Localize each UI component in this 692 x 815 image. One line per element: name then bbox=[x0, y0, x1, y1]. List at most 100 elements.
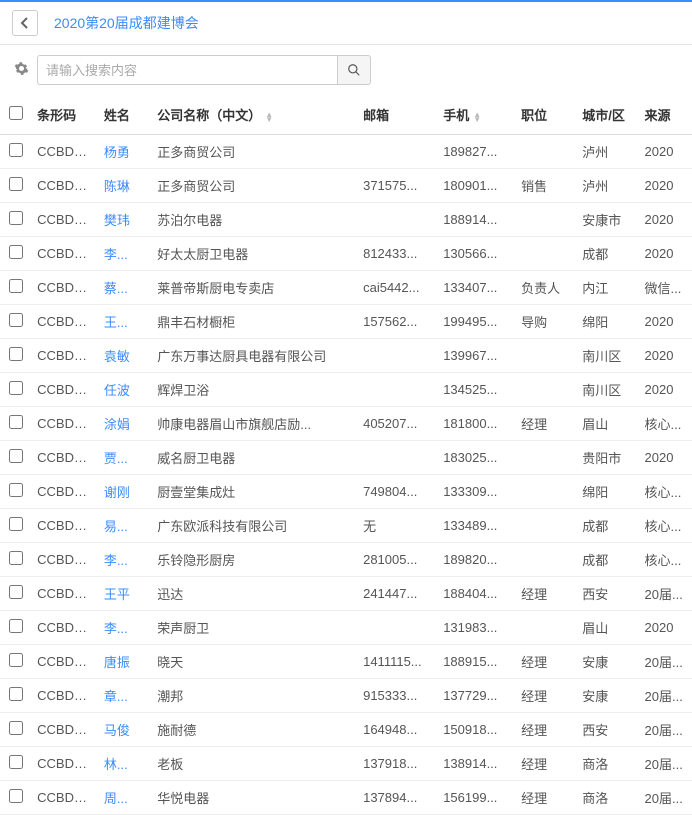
cell-barcode: CCBD2... bbox=[31, 781, 98, 815]
cell-barcode: CCBD2... bbox=[31, 509, 98, 543]
row-checkbox[interactable] bbox=[9, 687, 23, 701]
cell-barcode: CCBD2... bbox=[31, 543, 98, 577]
cell-name-link[interactable]: 樊玮 bbox=[104, 213, 130, 228]
row-checkbox[interactable] bbox=[9, 279, 23, 293]
header-name[interactable]: 姓名 bbox=[98, 95, 151, 135]
cell-company: 莱普帝斯厨电专卖店 bbox=[151, 271, 357, 305]
cell-phone: 156199... bbox=[437, 781, 515, 815]
cell-source: 2020 bbox=[639, 135, 692, 169]
cell-barcode: CCBD2... bbox=[31, 305, 98, 339]
chevron-left-icon bbox=[20, 17, 30, 29]
cell-source: 20届... bbox=[639, 645, 692, 679]
cell-name-link[interactable]: 贾... bbox=[104, 451, 128, 466]
row-checkbox[interactable] bbox=[9, 653, 23, 667]
table-row: CCBD2...贾...威名厨卫电器183025...贵阳市2020 bbox=[0, 441, 692, 475]
table-row: CCBD2...谢刚厨壹堂集成灶749804...133309...绵阳核心..… bbox=[0, 475, 692, 509]
search-input[interactable] bbox=[37, 55, 337, 85]
table-row: CCBD2...王平迅达241447...188404...经理西安20届... bbox=[0, 577, 692, 611]
cell-barcode: CCBD2... bbox=[31, 407, 98, 441]
gear-icon[interactable] bbox=[14, 61, 29, 80]
row-checkbox[interactable] bbox=[9, 449, 23, 463]
cell-name-link[interactable]: 谢刚 bbox=[104, 485, 130, 500]
cell-name-link[interactable]: 马俊 bbox=[104, 723, 130, 738]
cell-name-link[interactable]: 蔡... bbox=[104, 281, 128, 296]
cell-email: 281005... bbox=[357, 543, 437, 577]
cell-name-link[interactable]: 李... bbox=[104, 247, 128, 262]
cell-name-link[interactable]: 袁敏 bbox=[104, 349, 130, 364]
cell-city: 西安 bbox=[576, 713, 638, 747]
row-checkbox[interactable] bbox=[9, 245, 23, 259]
cell-email bbox=[357, 611, 437, 645]
header-source[interactable]: 来源 bbox=[639, 95, 692, 135]
row-checkbox[interactable] bbox=[9, 143, 23, 157]
cell-phone: 180901... bbox=[437, 169, 515, 203]
cell-city: 眉山 bbox=[576, 611, 638, 645]
row-checkbox[interactable] bbox=[9, 551, 23, 565]
cell-company: 施耐德 bbox=[151, 713, 357, 747]
back-button[interactable] bbox=[12, 10, 38, 36]
cell-name-link[interactable]: 王平 bbox=[104, 587, 130, 602]
gear-svg bbox=[14, 61, 29, 76]
header-role[interactable]: 职位 bbox=[515, 95, 576, 135]
row-checkbox[interactable] bbox=[9, 347, 23, 361]
cell-source: 20届... bbox=[639, 713, 692, 747]
cell-phone: 150918... bbox=[437, 713, 515, 747]
cell-city: 泸州 bbox=[576, 169, 638, 203]
cell-company: 威名厨卫电器 bbox=[151, 441, 357, 475]
cell-name-link[interactable]: 周... bbox=[104, 791, 128, 806]
row-checkbox[interactable] bbox=[9, 789, 23, 803]
cell-email: 371575... bbox=[357, 169, 437, 203]
row-checkbox[interactable] bbox=[9, 755, 23, 769]
cell-phone: 188404... bbox=[437, 577, 515, 611]
header-phone[interactable]: 手机▲▼ bbox=[437, 95, 515, 135]
cell-name-link[interactable]: 林... bbox=[104, 757, 128, 772]
cell-email: 164948... bbox=[357, 713, 437, 747]
cell-name-link[interactable]: 王... bbox=[104, 315, 128, 330]
header-city[interactable]: 城市/区 bbox=[576, 95, 638, 135]
cell-barcode: CCBD2... bbox=[31, 679, 98, 713]
cell-name-link[interactable]: 李... bbox=[104, 621, 128, 636]
row-checkbox[interactable] bbox=[9, 381, 23, 395]
cell-name-link[interactable]: 易... bbox=[104, 519, 128, 534]
row-checkbox[interactable] bbox=[9, 177, 23, 191]
cell-source: 20届... bbox=[639, 747, 692, 781]
cell-name-link[interactable]: 陈琳 bbox=[104, 179, 130, 194]
header-barcode[interactable]: 条形码 bbox=[31, 95, 98, 135]
cell-phone: 133489... bbox=[437, 509, 515, 543]
cell-role: 销售 bbox=[515, 169, 576, 203]
cell-source: 2020 bbox=[639, 373, 692, 407]
select-all-checkbox[interactable] bbox=[9, 106, 23, 120]
cell-role: 经理 bbox=[515, 407, 576, 441]
row-checkbox[interactable] bbox=[9, 211, 23, 225]
table-header-row: 条形码 姓名 公司名称（中文）▲▼ 邮箱 手机▲▼ 职位 城市/区 来源 bbox=[0, 95, 692, 135]
cell-name-link[interactable]: 唐振 bbox=[104, 655, 130, 670]
cell-company: 华悦电器 bbox=[151, 781, 357, 815]
cell-city: 安康 bbox=[576, 645, 638, 679]
row-checkbox[interactable] bbox=[9, 721, 23, 735]
row-checkbox[interactable] bbox=[9, 619, 23, 633]
cell-barcode: CCBD2... bbox=[31, 169, 98, 203]
header-company[interactable]: 公司名称（中文）▲▼ bbox=[151, 95, 357, 135]
cell-source: 微信... bbox=[639, 271, 692, 305]
cell-source: 核心... bbox=[639, 509, 692, 543]
breadcrumb[interactable]: 2020第20届成都建博会 bbox=[54, 13, 199, 33]
row-checkbox[interactable] bbox=[9, 483, 23, 497]
cell-company: 广东欧派科技有限公司 bbox=[151, 509, 357, 543]
header-email[interactable]: 邮箱 bbox=[357, 95, 437, 135]
row-checkbox[interactable] bbox=[9, 415, 23, 429]
cell-name-link[interactable]: 章... bbox=[104, 689, 128, 704]
cell-name-link[interactable]: 任波 bbox=[104, 383, 130, 398]
cell-role: 经理 bbox=[515, 713, 576, 747]
cell-barcode: CCBD2... bbox=[31, 475, 98, 509]
cell-name-link[interactable]: 李... bbox=[104, 553, 128, 568]
row-checkbox[interactable] bbox=[9, 313, 23, 327]
cell-name-link[interactable]: 涂娟 bbox=[104, 417, 130, 432]
cell-role: 经理 bbox=[515, 577, 576, 611]
search-button[interactable] bbox=[337, 55, 371, 85]
cell-barcode: CCBD2... bbox=[31, 203, 98, 237]
cell-name-link[interactable]: 杨勇 bbox=[104, 145, 130, 160]
row-checkbox[interactable] bbox=[9, 517, 23, 531]
row-checkbox[interactable] bbox=[9, 585, 23, 599]
cell-source: 核心... bbox=[639, 543, 692, 577]
cell-email: 241447... bbox=[357, 577, 437, 611]
